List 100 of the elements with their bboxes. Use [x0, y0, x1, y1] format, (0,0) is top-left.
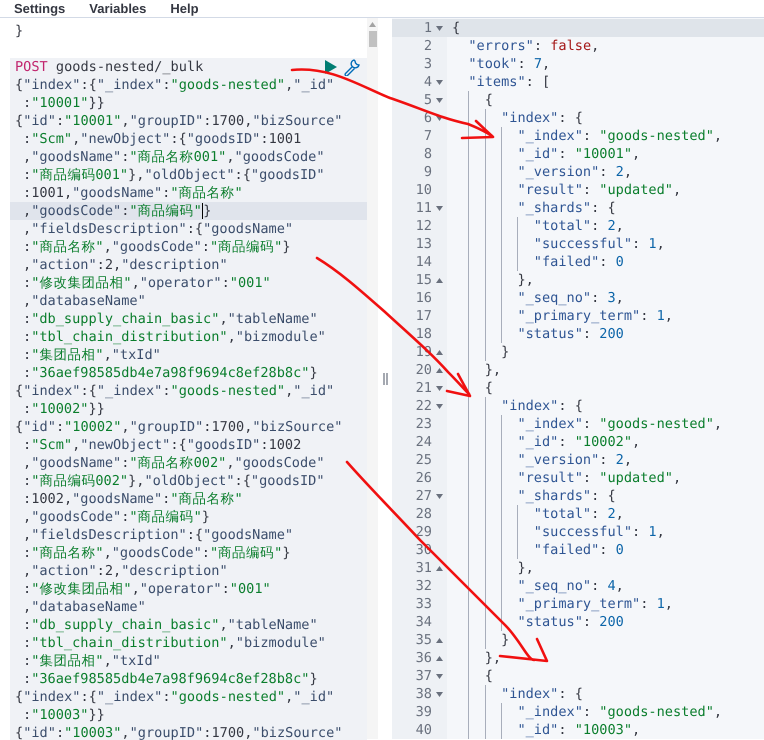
line-number: 33	[416, 595, 432, 613]
code-line: {	[484, 380, 493, 396]
line-number: 1	[424, 19, 432, 37]
fold-toggle-icon[interactable]	[436, 80, 443, 84]
scroll-thumb[interactable]	[368, 31, 376, 47]
line-number: 24	[416, 433, 432, 451]
code-line: "index": {	[501, 398, 583, 414]
fold-toggle-icon[interactable]	[436, 350, 443, 354]
code-line: {	[452, 20, 460, 36]
line-number: 39	[416, 703, 432, 721]
fold-toggle-icon[interactable]	[436, 656, 443, 660]
code-line: "successful": 1,	[534, 236, 665, 252]
code-line: "_index": "goods-nested",	[517, 128, 722, 144]
code-line: "index": {	[501, 686, 583, 702]
code-line: "took": 7,	[468, 56, 550, 72]
play-icon[interactable]	[324, 60, 337, 74]
fold-toggle-icon[interactable]	[436, 566, 443, 570]
code-line: "successful": 1,	[534, 524, 665, 540]
code-line: },	[517, 560, 534, 576]
line-number: 12	[416, 217, 432, 235]
menu-item[interactable]: Help	[170, 0, 199, 17]
line-number: 2	[424, 37, 432, 55]
line-number: 4	[424, 73, 432, 91]
line-number: 7	[424, 127, 432, 145]
line-number: 3	[424, 55, 432, 73]
fold-toggle-icon[interactable]	[436, 692, 443, 696]
line-number: 17	[416, 307, 432, 325]
code-line: }	[501, 344, 510, 360]
code-line: "_primary_term": 1,	[517, 596, 673, 612]
code-line: },	[517, 272, 534, 288]
line-number: 40	[416, 721, 432, 739]
fold-toggle-icon[interactable]	[436, 26, 443, 30]
request-line: POST goods-nested/_bulk	[15, 58, 204, 76]
line-number: 15	[416, 271, 432, 289]
code-line: {	[484, 92, 493, 108]
line-number: 21	[416, 379, 432, 397]
line-number: 18	[416, 325, 432, 343]
code-line: "items": [	[468, 74, 550, 90]
line-number: 5	[424, 91, 432, 109]
fold-toggle-icon[interactable]	[436, 404, 443, 408]
code-line: "failed": 0	[534, 542, 624, 558]
line-number: 34	[416, 613, 432, 631]
line-number: 38	[416, 685, 432, 703]
fold-toggle-icon[interactable]	[436, 638, 443, 642]
code-line: "errors": false,	[468, 38, 600, 54]
code-line: {	[484, 668, 493, 684]
line-number: 16	[416, 289, 432, 307]
code-line: "_id": "10002",	[517, 434, 640, 450]
code-line: "failed": 0	[534, 254, 624, 270]
line-number: 25	[416, 451, 432, 469]
code-line: "_id": "10001",	[517, 146, 640, 162]
code-line: "_seq_no": 4,	[517, 578, 624, 594]
code-line: }	[501, 632, 510, 648]
line-number: 36	[416, 649, 432, 667]
line-number: 22	[416, 397, 432, 415]
code-line: "status": 200	[517, 326, 624, 342]
line-number: 26	[416, 469, 432, 487]
code-line: },	[484, 650, 502, 666]
code-line: "result": "updated",	[517, 182, 682, 198]
line-number: 35	[416, 631, 432, 649]
code-line: "_index": "goods-nested",	[517, 704, 722, 720]
code-line: "_shards": {	[517, 488, 616, 504]
code-line: "_id": "10003",	[517, 722, 640, 738]
scroll-up-icon[interactable]	[369, 22, 376, 27]
line-number: 10	[416, 181, 432, 199]
line-number: 27	[416, 487, 432, 505]
code-line: "_shards": {	[517, 200, 616, 216]
fold-toggle-icon[interactable]	[436, 386, 443, 390]
resize-handle[interactable]	[382, 372, 388, 384]
line-number: 28	[416, 505, 432, 523]
menu-item[interactable]: Settings	[14, 0, 66, 17]
line-number: 29	[416, 523, 432, 541]
fold-toggle-icon[interactable]	[436, 98, 443, 102]
fold-toggle-icon[interactable]	[436, 494, 443, 498]
fold-toggle-icon[interactable]	[436, 674, 443, 678]
code-line: "_primary_term": 1,	[517, 308, 673, 324]
fold-toggle-icon[interactable]	[436, 278, 443, 282]
fold-toggle-icon[interactable]	[436, 206, 443, 210]
code-line: "_version": 2,	[517, 452, 632, 468]
code-line: "status": 200	[517, 614, 624, 630]
fold-toggle-icon[interactable]	[436, 368, 443, 372]
line-number: 20	[416, 361, 432, 379]
wrench-icon[interactable]	[343, 58, 361, 76]
code-line: "total": 2,	[534, 506, 624, 522]
menu-item[interactable]: Variables	[89, 0, 146, 17]
code-line: "result": "updated",	[517, 470, 682, 486]
fold-toggle-icon[interactable]	[436, 116, 443, 120]
code-line: },	[484, 362, 502, 378]
line-number: 13	[416, 235, 432, 253]
line-number: 11	[416, 199, 432, 217]
line-number: 8	[424, 145, 432, 163]
scrollbar[interactable]	[367, 18, 378, 739]
code-line: "_seq_no": 3,	[517, 290, 624, 306]
code-line: "index": {	[501, 110, 583, 126]
line-number: 9	[424, 163, 432, 181]
line-number: 32	[416, 577, 432, 595]
code-line: "_index": "goods-nested",	[517, 416, 722, 432]
line-number: 37	[416, 667, 432, 685]
line-number: 31	[416, 559, 432, 577]
code-line: "total": 2,	[534, 218, 624, 234]
